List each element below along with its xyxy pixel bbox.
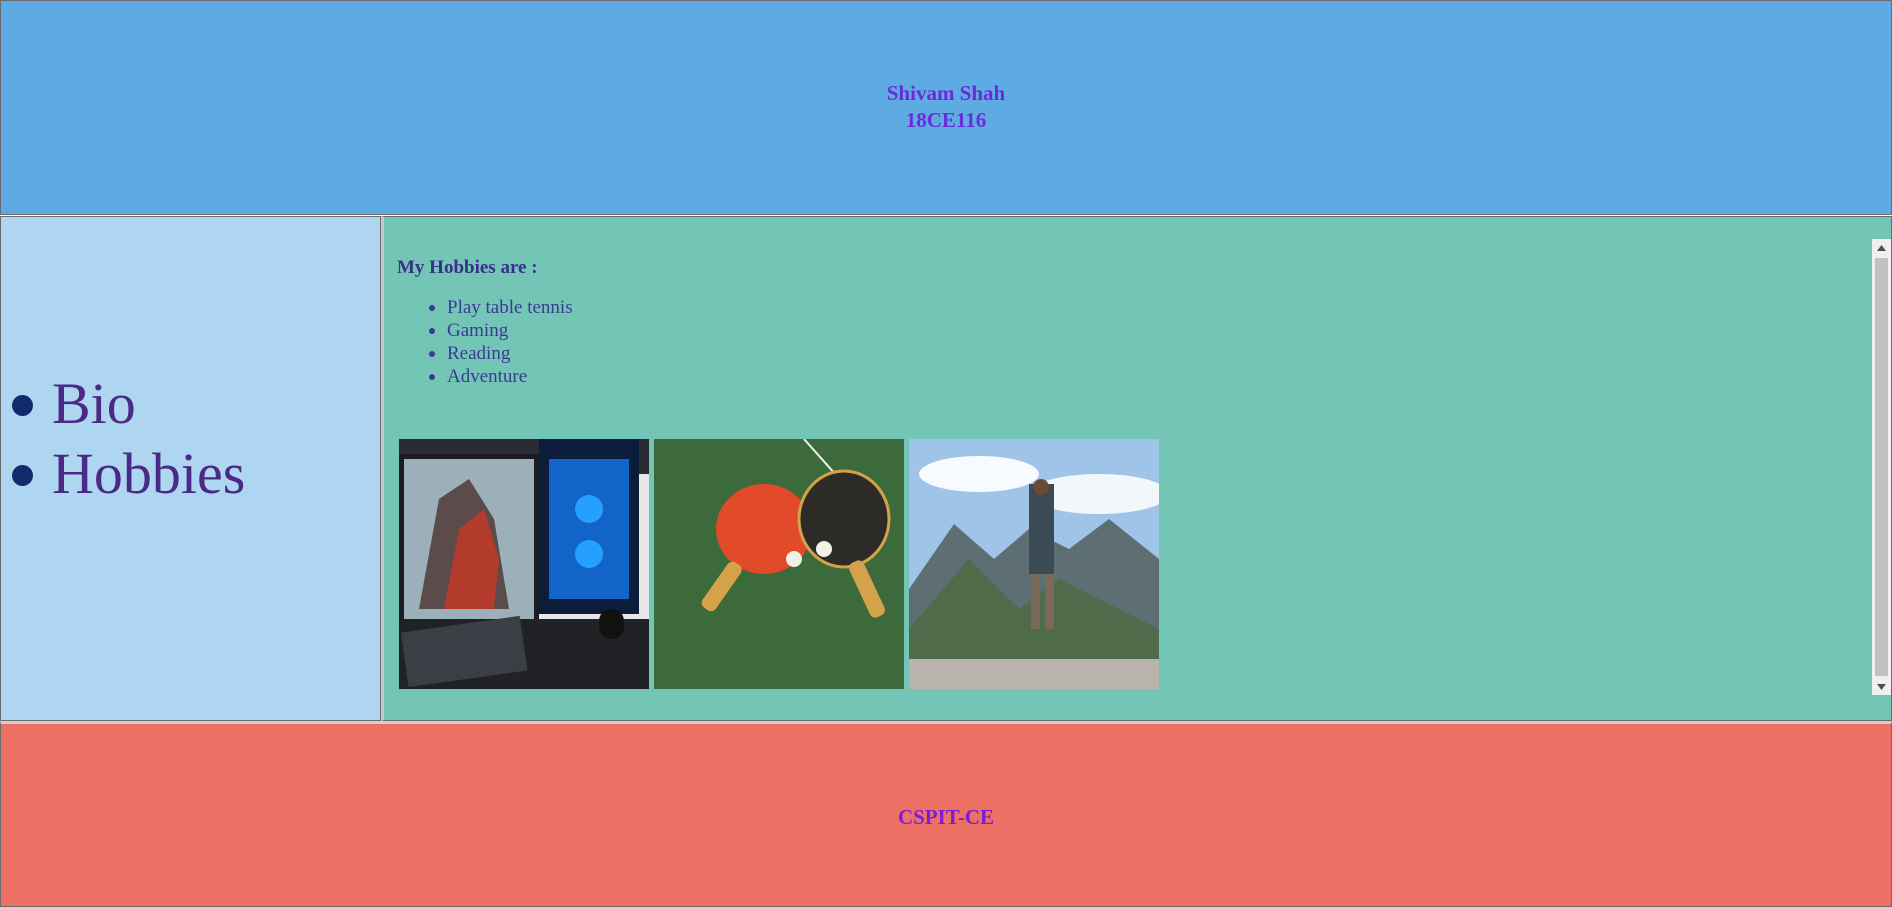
- header-title: Shivam Shah 18CE116: [1, 80, 1891, 134]
- header-student-id: 18CE116: [905, 108, 987, 132]
- list-item: Reading: [429, 342, 573, 365]
- footer-text: CSPIT-CE: [897, 805, 995, 829]
- hobby-list: Play table tennis Gaming Reading Adventu…: [397, 296, 573, 388]
- list-item: Gaming: [429, 319, 573, 342]
- bullet-icon: [12, 465, 33, 486]
- scroll-up-arrow-icon[interactable]: [1872, 239, 1891, 256]
- table-tennis-photo: [654, 439, 904, 689]
- hobby-gallery: [399, 439, 1159, 689]
- bullet-icon: [12, 395, 33, 416]
- sidebar-nav: Bio Hobbies: [9, 369, 245, 509]
- list-item: Adventure: [429, 365, 573, 388]
- sidebar-link-hobbies[interactable]: Hobbies: [52, 441, 245, 506]
- gaming-pc-photo: [399, 439, 649, 689]
- hobbies-heading: My Hobbies are :: [397, 257, 538, 278]
- list-item: Play table tennis: [429, 297, 573, 318]
- sidebar-frame: Bio Hobbies: [0, 216, 381, 721]
- mountain-hiker-photo: [909, 439, 1159, 689]
- vertical-scrollbar[interactable]: [1872, 239, 1891, 695]
- footer-frame: CSPIT-CE: [0, 721, 1892, 907]
- header-frame: Shivam Shah 18CE116: [0, 0, 1892, 215]
- sidebar-item-hobbies[interactable]: Hobbies: [9, 439, 245, 509]
- header-name: Shivam Shah: [886, 81, 1006, 105]
- main-content-frame[interactable]: My Hobbies are : Play table tennis Gamin…: [381, 216, 1892, 721]
- sidebar-item-bio[interactable]: Bio: [9, 369, 245, 439]
- scroll-down-arrow-icon[interactable]: [1872, 678, 1891, 695]
- hobbies-section: My Hobbies are : Play table tennis Gamin…: [397, 257, 573, 388]
- scrollbar-thumb[interactable]: [1875, 258, 1888, 676]
- sidebar-link-bio[interactable]: Bio: [52, 371, 136, 436]
